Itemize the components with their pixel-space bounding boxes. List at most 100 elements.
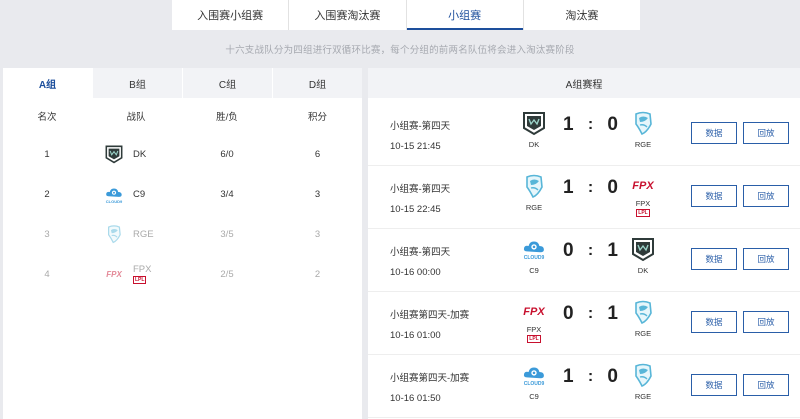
- wl-cell: 3/4: [220, 188, 234, 200]
- data-button[interactable]: 数据: [691, 248, 737, 270]
- match-stage: 小组赛-第四天: [390, 184, 451, 195]
- score-a: 0: [563, 240, 574, 261]
- match-time: 10-16 01:50: [390, 393, 441, 404]
- team-name: RGE: [133, 228, 154, 240]
- c9-logo-text: CLOUD9: [523, 381, 545, 387]
- team-b-name: RGE: [634, 329, 652, 338]
- team-a: DK: [517, 110, 551, 149]
- score-colon: :: [587, 242, 594, 259]
- team-name: FPX: [133, 264, 152, 275]
- team-cell: CLOUD9 C9: [91, 183, 181, 205]
- score-a: 1: [563, 366, 574, 387]
- wl-cell: 6/0: [220, 148, 234, 160]
- replay-button[interactable]: 回放: [743, 374, 789, 396]
- data-button[interactable]: 数据: [691, 122, 737, 144]
- replay-button[interactable]: 回放: [743, 248, 789, 270]
- replay-button[interactable]: 回放: [743, 122, 789, 144]
- rge-logo: [630, 362, 656, 388]
- standings-header: 名次 战队 胜/负 积分: [3, 98, 362, 134]
- c9-logo: CLOUD9: [521, 362, 547, 388]
- match-score: 0 : 1: [563, 303, 618, 325]
- tab-group-b[interactable]: B组: [93, 68, 183, 98]
- tab-group-c[interactable]: C组: [183, 68, 273, 98]
- score-b: 1: [607, 240, 618, 261]
- c9-logo: CLOUD9: [521, 236, 547, 262]
- match-score: 1 : 0: [563, 366, 618, 388]
- tab-knockout-stage[interactable]: 淘汰赛: [524, 0, 640, 30]
- team-b-name: RGE: [634, 140, 652, 149]
- rge-logo: [521, 173, 547, 199]
- match-row: 小组赛第四天-加赛 10-16 01:50 CLOUD9 C9 1 : 0 RG…: [368, 354, 800, 418]
- match-score: 1 : 0: [563, 177, 618, 199]
- stage-tabs: 入围赛小组赛 入围赛淘汰赛 小组赛 淘汰赛: [172, 0, 640, 30]
- score-b: 0: [607, 114, 618, 135]
- team-b: RGE: [626, 110, 660, 149]
- team-b: RGE: [626, 299, 660, 338]
- team-cell: RGE: [91, 223, 181, 245]
- table-row: 1 DK 6/0 6: [3, 134, 362, 174]
- match-info: 小组赛-第四天 10-15 21:45: [390, 118, 450, 152]
- team-b-name: RGE: [634, 392, 652, 401]
- tab-group-d[interactable]: D组: [273, 68, 362, 98]
- team-a: RGE: [517, 173, 551, 212]
- score-a: 1: [563, 177, 574, 198]
- team-name: DK: [133, 148, 147, 160]
- wl-cell: 2/5: [220, 268, 234, 280]
- c9-logo: CLOUD9: [103, 183, 125, 205]
- rge-logo: [630, 299, 656, 325]
- lpl-badge: LPL: [636, 209, 650, 217]
- schedule-panel: A组赛程 小组赛-第四天 10-15 21:45 DK 1 : 0 RGE 数据…: [368, 68, 800, 419]
- rank-header: 名次: [37, 112, 57, 123]
- team-cell: DK: [91, 143, 181, 165]
- lpl-badge: LPL: [133, 276, 147, 284]
- tab-play-in-knockouts[interactable]: 入围赛淘汰赛: [289, 0, 407, 30]
- score-colon: :: [587, 368, 594, 385]
- points-header: 积分: [307, 112, 327, 123]
- team-a-name: C9: [529, 392, 539, 401]
- rge-logo: [103, 223, 125, 245]
- wl-cell: 3/5: [220, 228, 234, 240]
- score-b: 1: [607, 303, 618, 324]
- replay-button[interactable]: 回放: [743, 185, 789, 207]
- table-row: 3 RGE 3/5 3: [3, 214, 362, 254]
- dk-logo: [630, 236, 656, 262]
- data-button[interactable]: 数据: [691, 374, 737, 396]
- match-score: 1 : 0: [563, 114, 618, 136]
- score-a: 0: [563, 303, 574, 324]
- rank-cell: 3: [44, 228, 50, 240]
- fpx-logo: FPX: [523, 306, 545, 318]
- team-a: FPX FPX LPL: [517, 299, 551, 343]
- match-stage: 小组赛第四天-加赛: [390, 373, 470, 384]
- fpx-name-block: FPX LPL: [133, 264, 151, 284]
- data-button[interactable]: 数据: [691, 185, 737, 207]
- dk-logo: [103, 143, 125, 165]
- schedule-title: A组赛程: [368, 68, 800, 98]
- data-button[interactable]: 数据: [691, 311, 737, 333]
- match-stage: 小组赛-第四天: [390, 121, 451, 132]
- c9-logo-text: CLOUD9: [105, 198, 123, 204]
- score-colon: :: [587, 116, 594, 133]
- match-row: 小组赛第四天-加赛 10-16 01:00 FPX FPX LPL 0 : 1 …: [368, 291, 800, 355]
- group-tabs: A组 B组 C组 D组: [3, 68, 362, 98]
- team-b: DK: [626, 236, 660, 275]
- team-b: FPX FPX LPL: [626, 173, 660, 217]
- fpx-logo: FPX: [106, 269, 122, 279]
- rank-cell: 4: [44, 268, 50, 280]
- points-cell: 3: [314, 228, 321, 240]
- match-score: 0 : 1: [563, 240, 618, 262]
- match-info: 小组赛-第四天 10-15 22:45: [390, 181, 450, 215]
- tab-group-stage[interactable]: 小组赛: [406, 0, 524, 30]
- score-colon: :: [587, 305, 594, 322]
- team-cell: FPX FPX LPL: [91, 263, 181, 285]
- rank-cell: 2: [44, 188, 50, 200]
- team-b-name: FPX: [635, 199, 651, 208]
- match-stage: 小组赛第四天-加赛: [390, 310, 470, 321]
- table-row: 4 FPX FPX LPL 2/5 2: [3, 254, 362, 294]
- score-colon: :: [587, 179, 594, 196]
- replay-button[interactable]: 回放: [743, 311, 789, 333]
- points-cell: 6: [314, 148, 321, 160]
- rank-cell: 1: [44, 148, 50, 160]
- tab-play-in-groups[interactable]: 入围赛小组赛: [172, 0, 290, 30]
- tab-group-a[interactable]: A组: [3, 68, 93, 98]
- match-info: 小组赛第四天-加赛 10-16 01:00: [390, 307, 469, 341]
